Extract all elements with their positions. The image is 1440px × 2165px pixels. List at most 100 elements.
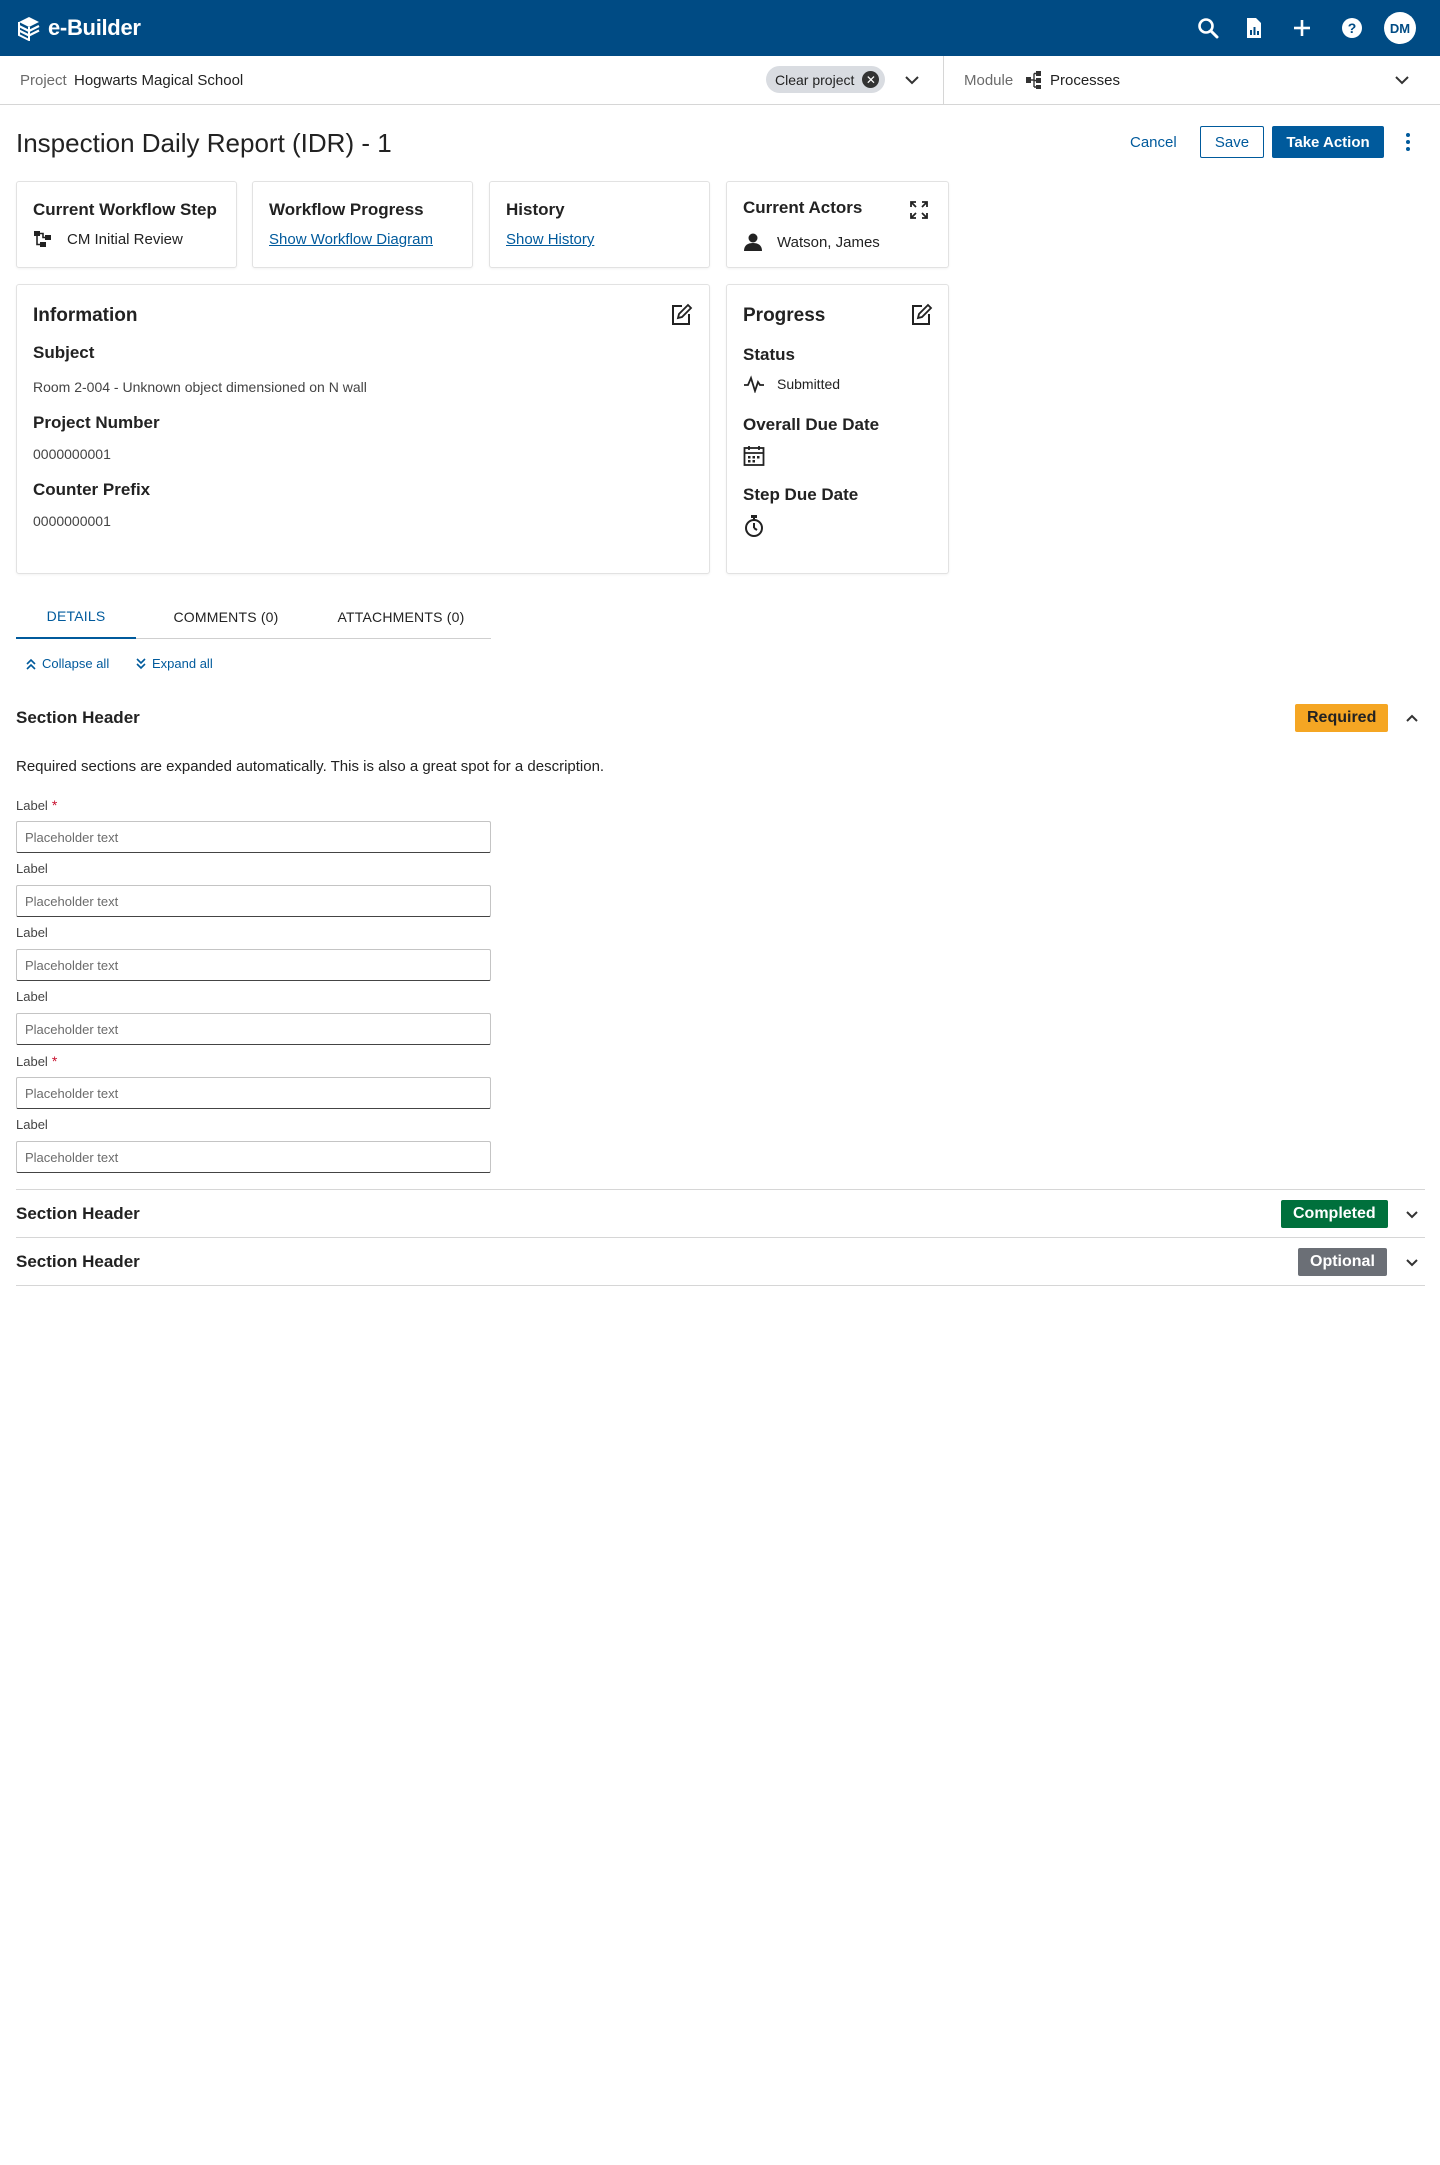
save-button[interactable]: Save xyxy=(1200,126,1264,158)
progress-heading: Progress xyxy=(743,305,826,326)
tab-attachments[interactable]: ATTACHMENTS (0) xyxy=(316,594,486,639)
cube-logo-icon xyxy=(18,17,40,41)
project-chevron-down-icon[interactable] xyxy=(902,70,922,90)
progress-card: Progress Status Submitted Overall Due Da… xyxy=(726,284,949,574)
section-description: Required sections are expanded automatic… xyxy=(16,758,605,775)
module-label: Module xyxy=(964,72,1014,89)
report-icon[interactable] xyxy=(1242,16,1266,40)
module-chevron-down-icon[interactable] xyxy=(1392,70,1412,90)
help-icon[interactable]: ? xyxy=(1340,16,1364,40)
section-divider xyxy=(16,1237,1425,1238)
field-label: Label xyxy=(16,989,48,1004)
edit-icon[interactable] xyxy=(669,303,693,327)
section-title: Section Header xyxy=(16,708,140,727)
app-logo[interactable]: e-Builder xyxy=(16,13,141,43)
overall-due-date-label: Overall Due Date xyxy=(743,415,880,434)
card-title: Workflow Progress xyxy=(269,200,424,219)
required-asterisk: * xyxy=(51,797,58,813)
text-input[interactable] xyxy=(16,821,491,853)
expand-all-button[interactable]: Expand all xyxy=(136,656,213,671)
clear-project-label: Clear project xyxy=(775,71,855,88)
user-avatar[interactable]: DM xyxy=(1384,12,1416,44)
edit-icon[interactable] xyxy=(909,303,933,327)
field-label: Label xyxy=(16,1117,48,1132)
processes-icon xyxy=(1026,71,1041,89)
module-value[interactable]: Processes xyxy=(1050,72,1120,89)
expand-all-label: Expand all xyxy=(152,656,213,671)
text-input[interactable] xyxy=(16,1141,491,1173)
counter-prefix-label: Counter Prefix xyxy=(33,480,151,499)
history-card: History Show History xyxy=(489,181,710,268)
collapse-all-label: Collapse all xyxy=(42,656,110,671)
svg-text:?: ? xyxy=(1348,20,1357,36)
more-options-icon[interactable] xyxy=(1398,128,1418,156)
section-title: Section Header xyxy=(16,1204,140,1223)
step-due-date-label: Step Due Date xyxy=(743,485,859,504)
person-icon xyxy=(744,233,762,251)
collapse-all-button[interactable]: Collapse all xyxy=(26,656,109,671)
section-title: Section Header xyxy=(16,1252,140,1271)
optional-badge: Optional xyxy=(1298,1248,1387,1276)
subject-value: Room 2-004 - Unknown object dimensioned … xyxy=(33,379,367,395)
status-value: Submitted xyxy=(777,376,841,392)
section-header-required[interactable]: Section Header xyxy=(16,706,1425,730)
completed-badge: Completed xyxy=(1281,1200,1388,1228)
search-icon[interactable] xyxy=(1196,16,1220,40)
chevron-up-icon[interactable] xyxy=(1402,708,1422,728)
top-navigation-bar: e-Builder ? DM xyxy=(0,0,1440,56)
clear-project-chip[interactable]: Clear project ✕ xyxy=(766,66,886,93)
take-action-button[interactable]: Take Action xyxy=(1272,126,1384,158)
add-icon[interactable] xyxy=(1290,16,1314,40)
actor-value: Watson, James xyxy=(777,233,880,251)
activity-icon xyxy=(744,375,764,393)
text-input[interactable] xyxy=(16,885,491,917)
expand-icon[interactable] xyxy=(909,200,929,220)
cancel-button[interactable]: Cancel xyxy=(1120,127,1187,157)
chevron-double-down-icon xyxy=(136,657,146,669)
calendar-icon[interactable] xyxy=(743,445,765,467)
section-header-completed[interactable]: Section Header xyxy=(16,1202,1425,1226)
workflow-progress-card: Workflow Progress Show Workflow Diagram xyxy=(252,181,473,268)
section-divider xyxy=(16,1189,1425,1190)
status-label: Status xyxy=(743,345,795,364)
project-number-value: 0000000001 xyxy=(33,446,111,462)
counter-prefix-value: 0000000001 xyxy=(33,513,111,529)
workflow-step-row: CM Initial Review xyxy=(33,230,183,248)
show-history-link[interactable]: Show History xyxy=(506,231,594,248)
stopwatch-icon[interactable] xyxy=(743,514,765,538)
card-title: History xyxy=(506,200,565,219)
chevron-down-icon[interactable] xyxy=(1402,1252,1422,1272)
field-label: Label xyxy=(16,925,48,940)
close-icon[interactable]: ✕ xyxy=(862,71,880,88)
current-workflow-step-card: Current Workflow Step CM Initial Review xyxy=(16,181,237,268)
text-input[interactable] xyxy=(16,1013,491,1045)
field-label: Label xyxy=(16,861,48,876)
context-bar: Project Hogwarts Magical School Clear pr… xyxy=(0,56,1440,105)
project-number-label: Project Number xyxy=(33,413,160,432)
subject-label: Subject xyxy=(33,343,95,362)
tab-comments[interactable]: COMMENTS (0) xyxy=(146,594,306,639)
chevron-down-icon[interactable] xyxy=(1402,1204,1422,1224)
chevron-double-up-icon xyxy=(26,658,36,670)
project-value[interactable]: Hogwarts Magical School xyxy=(74,72,243,89)
page-title: Inspection Daily Report (IDR) - 1 xyxy=(16,128,392,158)
show-workflow-diagram-link[interactable]: Show Workflow Diagram xyxy=(269,231,433,248)
card-title: Current Workflow Step xyxy=(33,200,217,219)
required-badge: Required xyxy=(1295,704,1389,732)
project-label: Project xyxy=(20,72,67,89)
section-divider xyxy=(16,1285,1425,1286)
required-asterisk: * xyxy=(51,1053,58,1069)
context-divider xyxy=(943,56,944,105)
actor-row: Watson, James xyxy=(743,232,880,252)
tab-details[interactable]: DETAILS xyxy=(16,594,136,639)
current-actors-card: Current Actors Watson, James xyxy=(726,181,949,268)
workflow-icon xyxy=(34,231,51,247)
section-header-optional[interactable]: Section Header xyxy=(16,1250,1425,1274)
app-logo-text: e-Builder xyxy=(48,15,141,40)
workflow-step-value: CM Initial Review xyxy=(67,230,183,248)
information-card: Information Subject Room 2-004 - Unknown… xyxy=(16,284,710,574)
text-input[interactable] xyxy=(16,949,491,981)
status-row: Submitted xyxy=(743,375,840,393)
text-input[interactable] xyxy=(16,1077,491,1109)
record-tabs: DETAILS COMMENTS (0) ATTACHMENTS (0) xyxy=(16,594,491,639)
